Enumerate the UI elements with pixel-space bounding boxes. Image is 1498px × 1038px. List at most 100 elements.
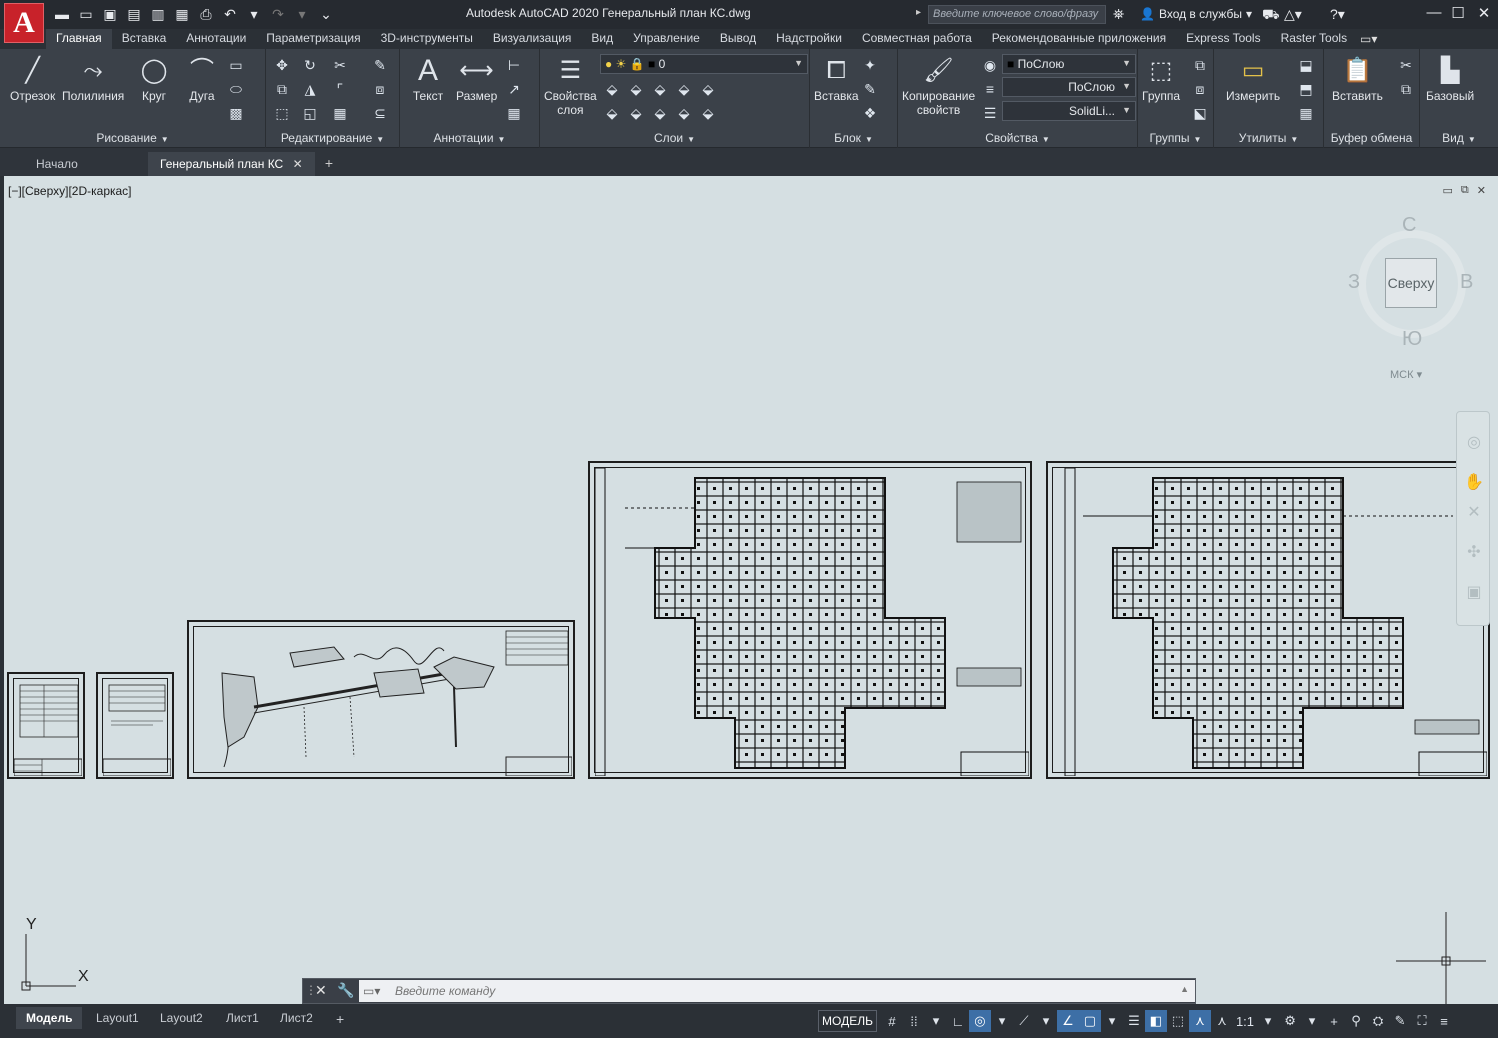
drawing-sheet-layout-1[interactable] [588,461,1032,779]
tab-home[interactable]: Главная [46,29,112,49]
ortho-icon[interactable]: ∟ [947,1010,969,1032]
fillet-icon[interactable]: ⌜ [330,79,350,99]
clean-screen-icon[interactable]: ⛶ [1411,1010,1433,1032]
open-file-icon[interactable]: ▭ [76,4,96,24]
quick-select-icon[interactable]: ⬓ [1296,55,1316,75]
new-tab-button[interactable]: + [318,155,340,173]
object-snap-icon[interactable]: ▢ [1078,1010,1101,1032]
edit-block-icon[interactable]: ✎ [860,79,880,99]
minimize-button[interactable]: — [1422,4,1446,24]
panel-draw-title[interactable]: Рисование ▼ [0,131,265,145]
copy-icon[interactable]: ⧉ [272,79,292,99]
layer-tool-1-icon[interactable]: ⬙ [602,79,622,99]
steering-wheel-icon[interactable]: ◎ [1464,432,1484,452]
linetype-icon[interactable]: ☰ [980,103,1000,123]
object-snap-tracking-icon[interactable]: ∠ [1056,1010,1079,1032]
open-web-icon[interactable]: ▥ [148,4,168,24]
polar-dropdown-icon[interactable]: ▾ [991,1010,1013,1032]
add-layout-button[interactable]: + [326,1007,354,1029]
cut-icon[interactable]: ✂ [1396,55,1416,75]
quick-properties-icon[interactable]: ⛭ [1367,1010,1389,1032]
chevron-up-icon[interactable]: ▲ [1180,984,1189,994]
explode-icon[interactable]: ⧈ [370,79,390,99]
insert-block-tool[interactable]: ⧠ Вставка [814,53,859,104]
panel-utilities-title[interactable]: Утилиты ▼ [1214,131,1323,145]
viewport-restore-icon[interactable]: ⧉ [1461,184,1469,197]
ungroup-icon[interactable]: ⧉ [1190,55,1210,75]
panel-modify-title[interactable]: Редактирование ▼ [266,131,399,145]
binoculars-icon[interactable]: ⛯ [1113,6,1124,23]
layer-tool-7-icon[interactable]: ⬙ [626,103,646,123]
viewport-close-icon[interactable]: ✕ [1477,184,1486,197]
layer-tool-4-icon[interactable]: ⬙ [674,79,694,99]
search-input[interactable]: Введите ключевое слово/фразу [928,5,1106,24]
drawing-sheet-1[interactable] [7,672,85,779]
trim-icon[interactable]: ✂ [330,55,350,75]
circle-tool[interactable]: ◯ Круг [136,53,172,104]
signin-button[interactable]: 👤 Вход в службы ▾ [1140,7,1252,21]
showmotion-icon[interactable]: ▣ [1464,582,1484,602]
panel-layers-title[interactable]: Слои ▼ [540,131,809,145]
units-icon[interactable]: ⚲ [1345,1010,1367,1032]
mirror-icon[interactable]: ◮ [300,79,320,99]
line-tool[interactable]: ╱ Отрезок [10,53,55,104]
paste-tool[interactable]: 📋 Вставить [1332,53,1383,104]
stretch-icon[interactable]: ⬚ [272,103,292,123]
annotation-visibility-icon[interactable]: ⋏ [1188,1010,1211,1032]
copy-clip-icon[interactable]: ⧉ [1396,79,1416,99]
save-web-icon[interactable]: ▦ [172,4,192,24]
isodraft-dropdown-icon[interactable]: ▾ [1035,1010,1057,1032]
panel-view-title[interactable]: Вид ▼ [1420,131,1498,145]
scale-icon[interactable]: ◱ [300,103,320,123]
leader-icon[interactable]: ↗ [504,79,524,99]
command-close-icon[interactable]: ✕ [315,982,327,999]
tab-output[interactable]: Вывод [710,29,766,49]
auto-scale-icon[interactable]: ⋏ [1211,1010,1233,1032]
group-edit-icon[interactable]: ⧈ [1190,79,1210,99]
command-prompt-icon[interactable]: ▭▾ [363,984,380,998]
osnap-dropdown-icon[interactable]: ▾ [1101,1010,1123,1032]
rotate-icon[interactable]: ↻ [300,55,320,75]
layer-tool-9-icon[interactable]: ⬙ [674,103,694,123]
undo-icon[interactable]: ↶ [220,4,240,24]
layer-tool-6-icon[interactable]: ⬙ [602,103,622,123]
layer-tool-5-icon[interactable]: ⬙ [698,79,718,99]
new-file-icon[interactable]: ▬ [52,4,72,24]
panel-block-title[interactable]: Блок ▼ [810,131,897,145]
wrench-icon[interactable]: 🔧 [337,982,354,999]
panel-groups-title[interactable]: Группы ▼ [1138,131,1213,145]
group-select-icon[interactable]: ⬕ [1190,103,1210,123]
zoom-extents-icon[interactable]: ✕ [1464,502,1484,522]
panel-properties-title[interactable]: Свойства ▼ [898,131,1137,145]
polyline-tool[interactable]: ⤳ Полилиния [62,53,124,104]
tab-addins[interactable]: Надстройки [766,29,852,49]
viewcube-top-face[interactable]: Сверху [1385,258,1437,308]
ribbon-minimize-toggle[interactable]: ▭▾ [1360,32,1377,46]
tab-annotate[interactable]: Аннотации [176,29,256,49]
layout-tab-layout2[interactable]: Layout2 [150,1007,213,1029]
close-button[interactable]: ✕ [1472,4,1496,24]
create-block-icon[interactable]: ✦ [860,55,880,75]
lineweight-dropdown[interactable]: ПоСлою ▼ [1002,77,1136,97]
group-tool[interactable]: ⬚ Группа [1142,53,1180,104]
tab-current-drawing[interactable]: Генеральный план КС ✕ [148,152,315,176]
viewcube-north[interactable]: С [1402,214,1416,237]
layout-tab-sheet1[interactable]: Лист1 [216,1007,269,1029]
save-as-icon[interactable]: ▤ [124,4,144,24]
tab-collaborate[interactable]: Совместная работа [852,29,982,49]
select-all-icon[interactable]: ⬒ [1296,79,1316,99]
tab-visualize[interactable]: Визуализация [483,29,582,49]
array-icon[interactable]: ▦ [330,103,350,123]
workspace-dropdown-icon[interactable]: ▾ [1301,1010,1323,1032]
plot-icon[interactable]: ⎙ [196,4,216,24]
autodesk-app-icon[interactable]: △▾ [1284,6,1302,23]
viewcube[interactable]: С Ю З В Сверху МСК ▾ [1344,214,1473,394]
undo-dropdown-icon[interactable]: ▾ [244,4,264,24]
viewport-minimize-icon[interactable]: ▭ [1443,184,1453,197]
workspace-gear-icon[interactable]: ⚙ [1279,1010,1301,1032]
linetype-dropdown[interactable]: SolidLi... ▼ [1002,101,1136,121]
viewcube-south[interactable]: Ю [1402,328,1422,351]
tab-3d-tools[interactable]: 3D-инструменты [371,29,483,49]
app-menu-button[interactable]: A [4,3,44,43]
tab-raster-tools[interactable]: Raster Tools [1271,29,1357,49]
